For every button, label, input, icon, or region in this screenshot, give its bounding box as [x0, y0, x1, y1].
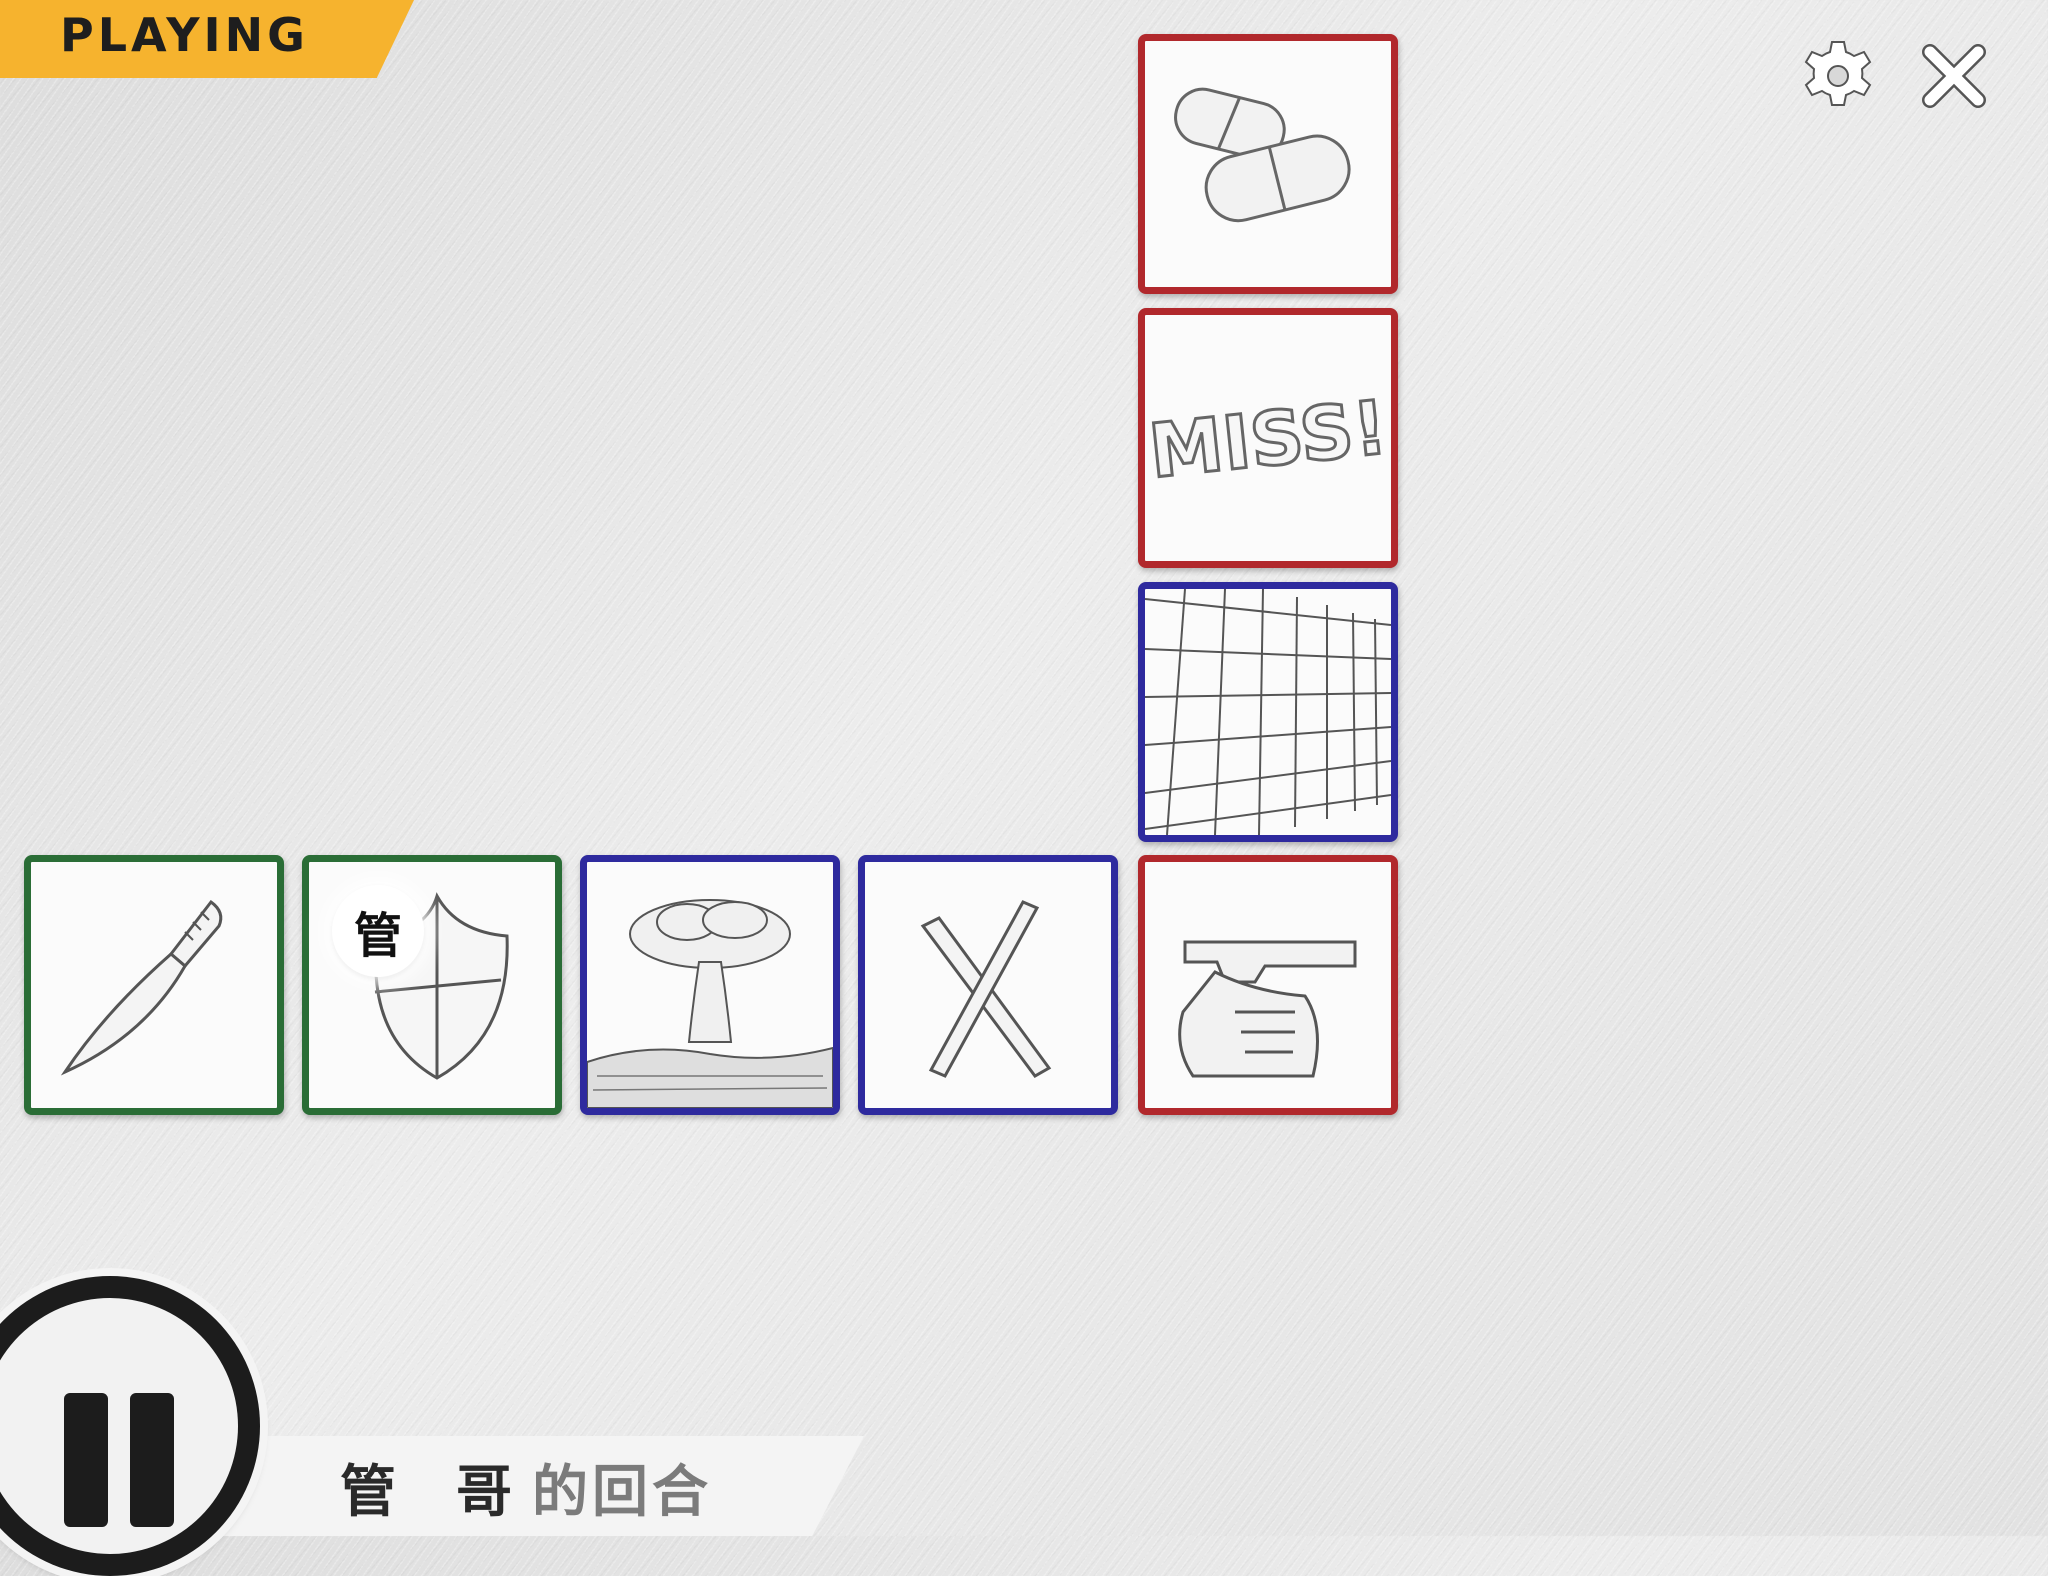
turn-indicator: 管哥 的回合 — [340, 1452, 712, 1525]
x-mark-icon — [920, 900, 1052, 1078]
tile-miss[interactable]: MISS! — [1138, 308, 1398, 568]
grid-wall-icon — [1145, 589, 1391, 835]
pills-icon — [1174, 87, 1351, 223]
tile-knife[interactable] — [24, 855, 284, 1115]
pistol-icon — [1178, 940, 1357, 1078]
turn-suffix: 的回合 — [532, 1459, 712, 1525]
tile-gun[interactable] — [1138, 855, 1398, 1115]
miss-text-icon: MISS! — [1145, 383, 1391, 496]
tile-explosion[interactable] — [580, 855, 840, 1115]
tile-grid-wall[interactable] — [1138, 582, 1398, 842]
close-icon — [1922, 44, 1986, 108]
settings-button[interactable] — [1798, 36, 1878, 116]
close-button[interactable] — [1914, 36, 1994, 116]
pause-icon — [0, 1298, 238, 1554]
status-tag: PLAYING — [0, 0, 414, 78]
pause-bar-right — [130, 1393, 174, 1527]
gear-icon — [1804, 41, 1872, 106]
miss-text: MISS! — [1145, 385, 1391, 495]
tile-cross[interactable] — [858, 855, 1118, 1115]
pause-bar-left — [64, 1393, 108, 1527]
tile-pills[interactable] — [1138, 34, 1398, 294]
player-marker: 管 — [332, 885, 424, 977]
status-label: PLAYING — [60, 8, 309, 62]
mushroom-cloud-icon — [587, 899, 833, 1108]
tile-shield[interactable] — [302, 855, 562, 1115]
knife-icon — [60, 899, 223, 1076]
